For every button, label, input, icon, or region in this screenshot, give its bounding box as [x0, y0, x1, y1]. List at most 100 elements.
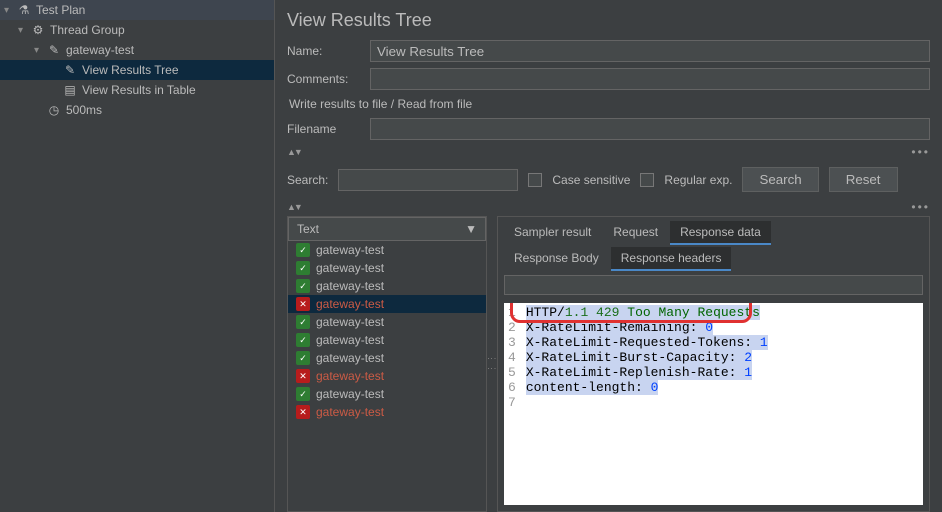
pencil-icon: ✎ — [62, 62, 78, 78]
result-item[interactable]: ✓ gateway-test — [288, 385, 486, 403]
tree-item-label: Test Plan — [36, 3, 85, 17]
name-input[interactable] — [370, 40, 930, 62]
result-label: gateway-test — [316, 279, 384, 293]
tree-item-view-results-tree[interactable]: ✎ View Results Tree — [0, 60, 274, 80]
result-item[interactable]: ✕ gateway-test — [288, 403, 486, 421]
result-label: gateway-test — [316, 297, 384, 311]
tree-item-test-plan[interactable]: ▾⚗ Test Plan — [0, 0, 274, 20]
code-line: content-length: 0 — [526, 380, 768, 395]
response-column: Sampler resultRequestResponse data Respo… — [497, 216, 930, 512]
line-number: 2 — [508, 320, 516, 335]
name-label: Name: — [287, 44, 362, 58]
results-column: Text ▼ ✓gateway-test✓gateway-test✓gatewa… — [287, 216, 487, 512]
reset-button[interactable]: Reset — [829, 167, 898, 192]
tree-item-label: gateway-test — [66, 43, 134, 57]
tab-response-data[interactable]: Response data — [670, 221, 771, 245]
line-number: 4 — [508, 350, 516, 365]
result-label: gateway-test — [316, 261, 384, 275]
result-label: gateway-test — [316, 333, 384, 347]
code-line: X-RateLimit-Requested-Tokens: 1 — [526, 335, 768, 350]
comments-input[interactable] — [370, 68, 930, 90]
table-icon: ▤ — [62, 82, 78, 98]
line-number: 1 — [508, 305, 516, 320]
gear-icon: ⚙ — [30, 22, 46, 38]
chevron-down-icon: ▼ — [465, 222, 477, 236]
code-line: X-RateLimit-Remaining: 0 — [526, 320, 768, 335]
code-line: X-RateLimit-Burst-Capacity: 2 — [526, 350, 768, 365]
tree-item-label: 500ms — [66, 103, 102, 117]
line-number: 5 — [508, 365, 516, 380]
sidebar-tree: ▾⚗Test Plan▾⚙Thread Group▾✎gateway-test✎… — [0, 0, 275, 512]
tree-item-gateway-test[interactable]: ▾✎gateway-test — [0, 40, 274, 60]
filename-input[interactable] — [370, 118, 930, 140]
search-label: Search: — [287, 173, 328, 187]
splitter-handle[interactable]: ⋮⋮ — [487, 216, 497, 512]
shield-fail-icon: ✕ — [296, 405, 310, 419]
tree-item-thread-group[interactable]: ▾⚙ Thread Group — [0, 20, 274, 40]
results-list: ✓ gateway-test ✓ gateway-test ✓ gateway-test ✕… — [288, 241, 486, 511]
tree-item-label: View Results in Table — [82, 83, 196, 97]
more-icon[interactable]: ••• — [911, 200, 930, 214]
shield-pass-icon: ✓ — [296, 333, 310, 347]
shield-pass-icon: ✓ — [296, 315, 310, 329]
results-type-value: Text — [297, 222, 319, 236]
result-item[interactable]: ✓ gateway-test — [288, 349, 486, 367]
shield-pass-icon: ✓ — [296, 387, 310, 401]
regular-exp-label: Regular exp. — [664, 173, 732, 187]
main-panel: View Results Tree Name: Comments: Write … — [275, 0, 942, 512]
result-label: gateway-test — [316, 315, 384, 329]
result-item[interactable]: ✓ gateway-test — [288, 331, 486, 349]
result-item[interactable]: ✕gateway-test — [288, 295, 486, 313]
panel-title: View Results Tree — [275, 0, 942, 37]
line-number: 3 — [508, 335, 516, 350]
collapse-toggle-icon[interactable]: ▲▼ — [287, 147, 301, 157]
response-search-input[interactable] — [504, 275, 923, 295]
result-label: gateway-test — [316, 243, 384, 257]
more-icon[interactable]: ••• — [911, 145, 930, 159]
line-number: 6 — [508, 380, 516, 395]
tree-item-500ms[interactable]: ◷ 500ms — [0, 100, 274, 120]
results-type-select[interactable]: Text ▼ — [288, 217, 486, 241]
result-label: gateway-test — [316, 405, 384, 419]
result-label: gateway-test — [316, 387, 384, 401]
result-label: gateway-test — [316, 351, 384, 365]
shield-pass-icon: ✓ — [296, 351, 310, 365]
shield-pass-icon: ✓ — [296, 243, 310, 257]
sub-tabs: Response BodyResponse headers — [498, 245, 929, 271]
result-item[interactable]: ✓gateway-test — [288, 277, 486, 295]
flask-icon: ⚗ — [16, 2, 32, 18]
subtab-response-body[interactable]: Response Body — [504, 247, 609, 271]
tab-request[interactable]: Request — [603, 221, 668, 245]
shield-pass-icon: ✓ — [296, 261, 310, 275]
line-number: 7 — [508, 395, 516, 410]
main-tabs: Sampler resultRequestResponse data — [498, 217, 929, 245]
chevron-icon: ▾ — [18, 25, 30, 36]
result-item[interactable]: ✓ gateway-test — [288, 241, 486, 259]
case-sensitive-checkbox[interactable] — [528, 173, 542, 187]
result-item[interactable]: ✕gateway-test — [288, 367, 486, 385]
collapse-toggle-icon[interactable]: ▲▼ — [287, 202, 301, 212]
regular-exp-checkbox[interactable] — [640, 173, 654, 187]
tab-sampler-result[interactable]: Sampler result — [504, 221, 601, 245]
search-button[interactable]: Search — [742, 167, 818, 192]
code-line — [526, 395, 768, 410]
tree-item-label: View Results Tree — [82, 63, 179, 77]
clock-icon: ◷ — [46, 102, 62, 118]
result-label: gateway-test — [316, 369, 384, 383]
result-item[interactable]: ✓ gateway-test — [288, 259, 486, 277]
case-sensitive-label: Case sensitive — [552, 173, 630, 187]
chevron-icon: ▾ — [4, 5, 16, 16]
search-input[interactable] — [338, 169, 518, 191]
file-section-label: Write results to file / Read from file — [275, 93, 942, 115]
code-line: HTTP/1.1 429 Too Many Requests — [526, 305, 768, 320]
subtab-response-headers[interactable]: Response headers — [611, 247, 732, 271]
tree-item-view-results-in-table[interactable]: ▤ View Results in Table — [0, 80, 274, 100]
line-gutter: 1234567 — [504, 303, 522, 505]
code-content[interactable]: HTTP/1.1 429 Too Many RequestsX-RateLimi… — [522, 303, 772, 505]
pencil-icon: ✎ — [46, 42, 62, 58]
response-code-area[interactable]: 1234567 HTTP/1.1 429 Too Many RequestsX-… — [504, 303, 923, 505]
result-item[interactable]: ✓ gateway-test — [288, 313, 486, 331]
filename-label: Filename — [287, 122, 362, 136]
code-line: X-RateLimit-Replenish-Rate: 1 — [526, 365, 768, 380]
tree-item-label: Thread Group — [50, 23, 125, 37]
